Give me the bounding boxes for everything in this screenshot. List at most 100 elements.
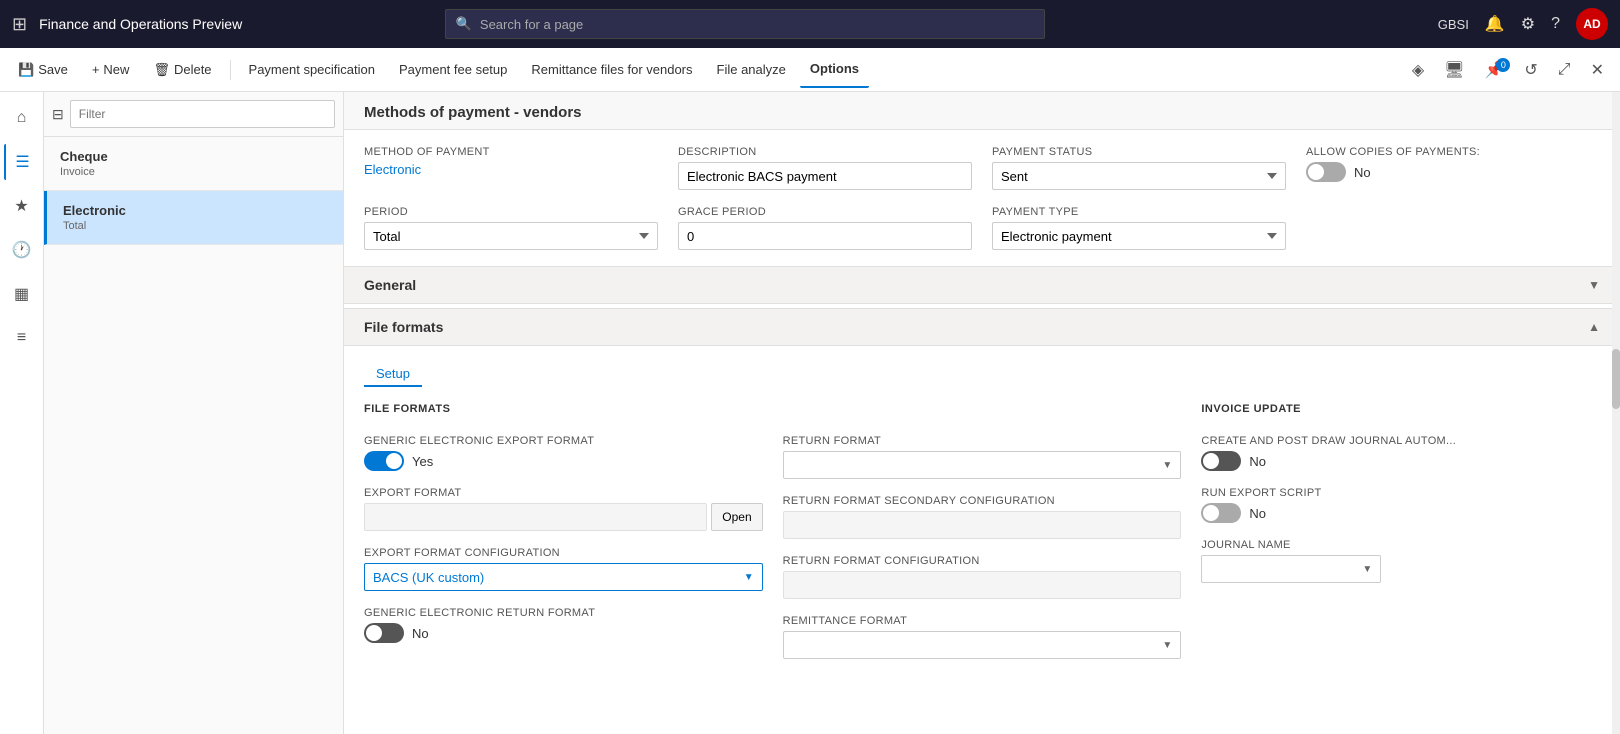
region-label: GBSI: [1438, 17, 1469, 32]
new-button[interactable]: + New: [82, 52, 140, 88]
generic-return-toggle[interactable]: [364, 623, 404, 643]
scrollbar-track[interactable]: [1612, 92, 1620, 734]
open-button[interactable]: Open: [711, 503, 762, 531]
generic-return-toggle-row: No: [364, 623, 763, 643]
content-header: Methods of payment - vendors: [344, 92, 1620, 130]
search-bar[interactable]: 🔍 Search for a page: [445, 9, 1045, 39]
close-icon[interactable]: ✕: [1583, 56, 1612, 84]
filter-input[interactable]: [70, 100, 335, 128]
general-section-header[interactable]: General ▼: [344, 266, 1620, 304]
export-format-input[interactable]: [364, 503, 707, 531]
return-format-secondary-input[interactable]: [783, 511, 1182, 539]
monitor-icon[interactable]: 🖥: [1436, 56, 1472, 84]
nav-filter-icon[interactable]: ☰: [4, 144, 40, 180]
remittance-files-button[interactable]: Remittance files for vendors: [521, 52, 702, 88]
command-bar: 💾 Save + New 🗑 Delete Payment specificat…: [0, 48, 1620, 92]
settings-icon[interactable]: ⚙: [1521, 14, 1535, 34]
allow-copies-toggle[interactable]: [1306, 162, 1346, 182]
description-field: Description: [678, 146, 972, 190]
list-panel: ⊟ Cheque Invoice Electronic Total: [44, 92, 344, 734]
list-item-cheque[interactable]: Cheque Invoice: [44, 137, 343, 191]
nav-star-icon[interactable]: ★: [4, 188, 40, 224]
return-format-field: Return format ▼: [783, 435, 1182, 479]
file-formats-collapse-icon: ▲: [1588, 320, 1600, 334]
cmd-right-actions: ◈ 🖥 📌 0 ↺ ⤢ ✕: [1404, 56, 1612, 84]
payment-type-select[interactable]: Electronic payment Check Other: [992, 222, 1286, 250]
scrollbar-thumb[interactable]: [1612, 349, 1620, 409]
export-format-config-field: Export format configuration BACS (UK cus…: [364, 547, 763, 591]
export-format-field: Export format Open: [364, 487, 763, 531]
dropdown-arrow-icon: ▼: [744, 572, 754, 583]
save-button[interactable]: 💾 Save: [8, 52, 78, 88]
nav-dashboard-icon[interactable]: ▦: [4, 276, 40, 312]
grace-period-input[interactable]: [678, 222, 972, 250]
options-button[interactable]: Options: [800, 52, 869, 88]
setup-tab[interactable]: Setup: [364, 362, 422, 387]
period-select[interactable]: Total Invoice: [364, 222, 658, 250]
create-post-toggle-row: No: [1201, 451, 1600, 471]
return-format-arrow-icon: ▼: [1162, 460, 1172, 471]
general-collapse-icon: ▼: [1588, 278, 1600, 292]
generic-export-toggle[interactable]: [364, 451, 404, 471]
page-title: Methods of payment - vendors: [364, 104, 1600, 121]
run-export-field: Run export script No: [1201, 487, 1600, 523]
payment-specification-button[interactable]: Payment specification: [239, 52, 385, 88]
create-post-field: Create and post draw journal autom... No: [1201, 435, 1600, 471]
remittance-format-field: Remittance format ▼: [783, 615, 1182, 659]
method-of-payment-field: Method of payment Electronic: [364, 146, 658, 190]
payment-status-field: Payment status Sent None Received: [992, 146, 1286, 190]
app-title: Finance and Operations Preview: [39, 16, 242, 32]
ff-col-2: PLACEHOLDER Return format ▼ Return forma…: [783, 403, 1182, 659]
grace-period-field: Grace period: [678, 206, 972, 250]
allow-copies-toggle-row: No: [1306, 162, 1600, 182]
journal-arrow-icon: ▼: [1362, 564, 1372, 575]
nav-list-icon[interactable]: ≡: [4, 320, 40, 356]
payment-type-wrapper: Electronic payment Check Other: [992, 222, 1286, 250]
ff-col-3: INVOICE UPDATE Create and post draw jour…: [1201, 403, 1600, 659]
delete-button[interactable]: 🗑 Delete: [143, 52, 221, 88]
bookmark-badge-icon[interactable]: 📌 0: [1476, 56, 1512, 84]
payment-status-select[interactable]: Sent None Received: [992, 162, 1286, 190]
list-panel-header: ⊟: [44, 92, 343, 137]
ff-col-1: FILE FORMATS Generic electronic Export f…: [364, 403, 763, 659]
remittance-format-dropdown[interactable]: ▼: [783, 631, 1182, 659]
file-analyze-button[interactable]: File analyze: [707, 52, 796, 88]
notification-icon[interactable]: 🔔: [1485, 14, 1505, 34]
export-format-input-row: Open: [364, 503, 763, 531]
journal-name-dropdown[interactable]: ▼: [1201, 555, 1381, 583]
description-input[interactable]: [678, 162, 972, 190]
main-layout: ⌂ ☰ ★ 🕐 ▦ ≡ ⊟ Cheque Invoice Electronic …: [0, 92, 1620, 734]
fields-grid: Method of payment Electronic Description…: [344, 130, 1620, 266]
file-formats-section-header[interactable]: File formats ▲: [344, 308, 1620, 346]
journal-name-field: Journal name ▼: [1201, 539, 1600, 583]
grid-icon[interactable]: ⊞: [12, 14, 27, 35]
method-of-payment-value[interactable]: Electronic: [364, 162, 658, 177]
refresh-icon[interactable]: ↺: [1516, 56, 1545, 84]
file-formats-content: Setup FILE FORMATS Generic electronic Ex…: [344, 346, 1620, 675]
content-panel: Methods of payment - vendors Method of p…: [344, 92, 1620, 734]
top-bar-right: GBSI 🔔 ⚙ ? AD: [1438, 8, 1608, 40]
return-format-dropdown[interactable]: ▼: [783, 451, 1182, 479]
diamond-icon[interactable]: ◈: [1404, 56, 1432, 84]
period-wrapper: Total Invoice: [364, 222, 658, 250]
delete-icon: 🗑: [153, 62, 170, 78]
filter-icon: ⊟: [52, 106, 64, 123]
plus-icon: +: [92, 62, 100, 77]
nav-history-icon[interactable]: 🕐: [4, 232, 40, 268]
period-field: Period Total Invoice: [364, 206, 658, 250]
generic-export-toggle-row: Yes: [364, 451, 763, 471]
return-format-secondary-field: Return format secondary configuration: [783, 495, 1182, 539]
run-export-toggle[interactable]: [1201, 503, 1241, 523]
return-format-config-input[interactable]: [783, 571, 1182, 599]
side-nav: ⌂ ☰ ★ 🕐 ▦ ≡: [0, 92, 44, 734]
help-icon[interactable]: ?: [1551, 15, 1560, 33]
expand-icon[interactable]: ⤢: [1550, 56, 1579, 84]
avatar[interactable]: AD: [1576, 8, 1608, 40]
list-item-electronic[interactable]: Electronic Total: [44, 191, 343, 245]
remittance-arrow-icon: ▼: [1162, 640, 1172, 651]
create-post-toggle[interactable]: [1201, 451, 1241, 471]
run-export-toggle-row: No: [1201, 503, 1600, 523]
nav-home-icon[interactable]: ⌂: [4, 100, 40, 136]
payment-fee-setup-button[interactable]: Payment fee setup: [389, 52, 517, 88]
export-format-config-dropdown[interactable]: BACS (UK custom) ▼: [364, 563, 763, 591]
